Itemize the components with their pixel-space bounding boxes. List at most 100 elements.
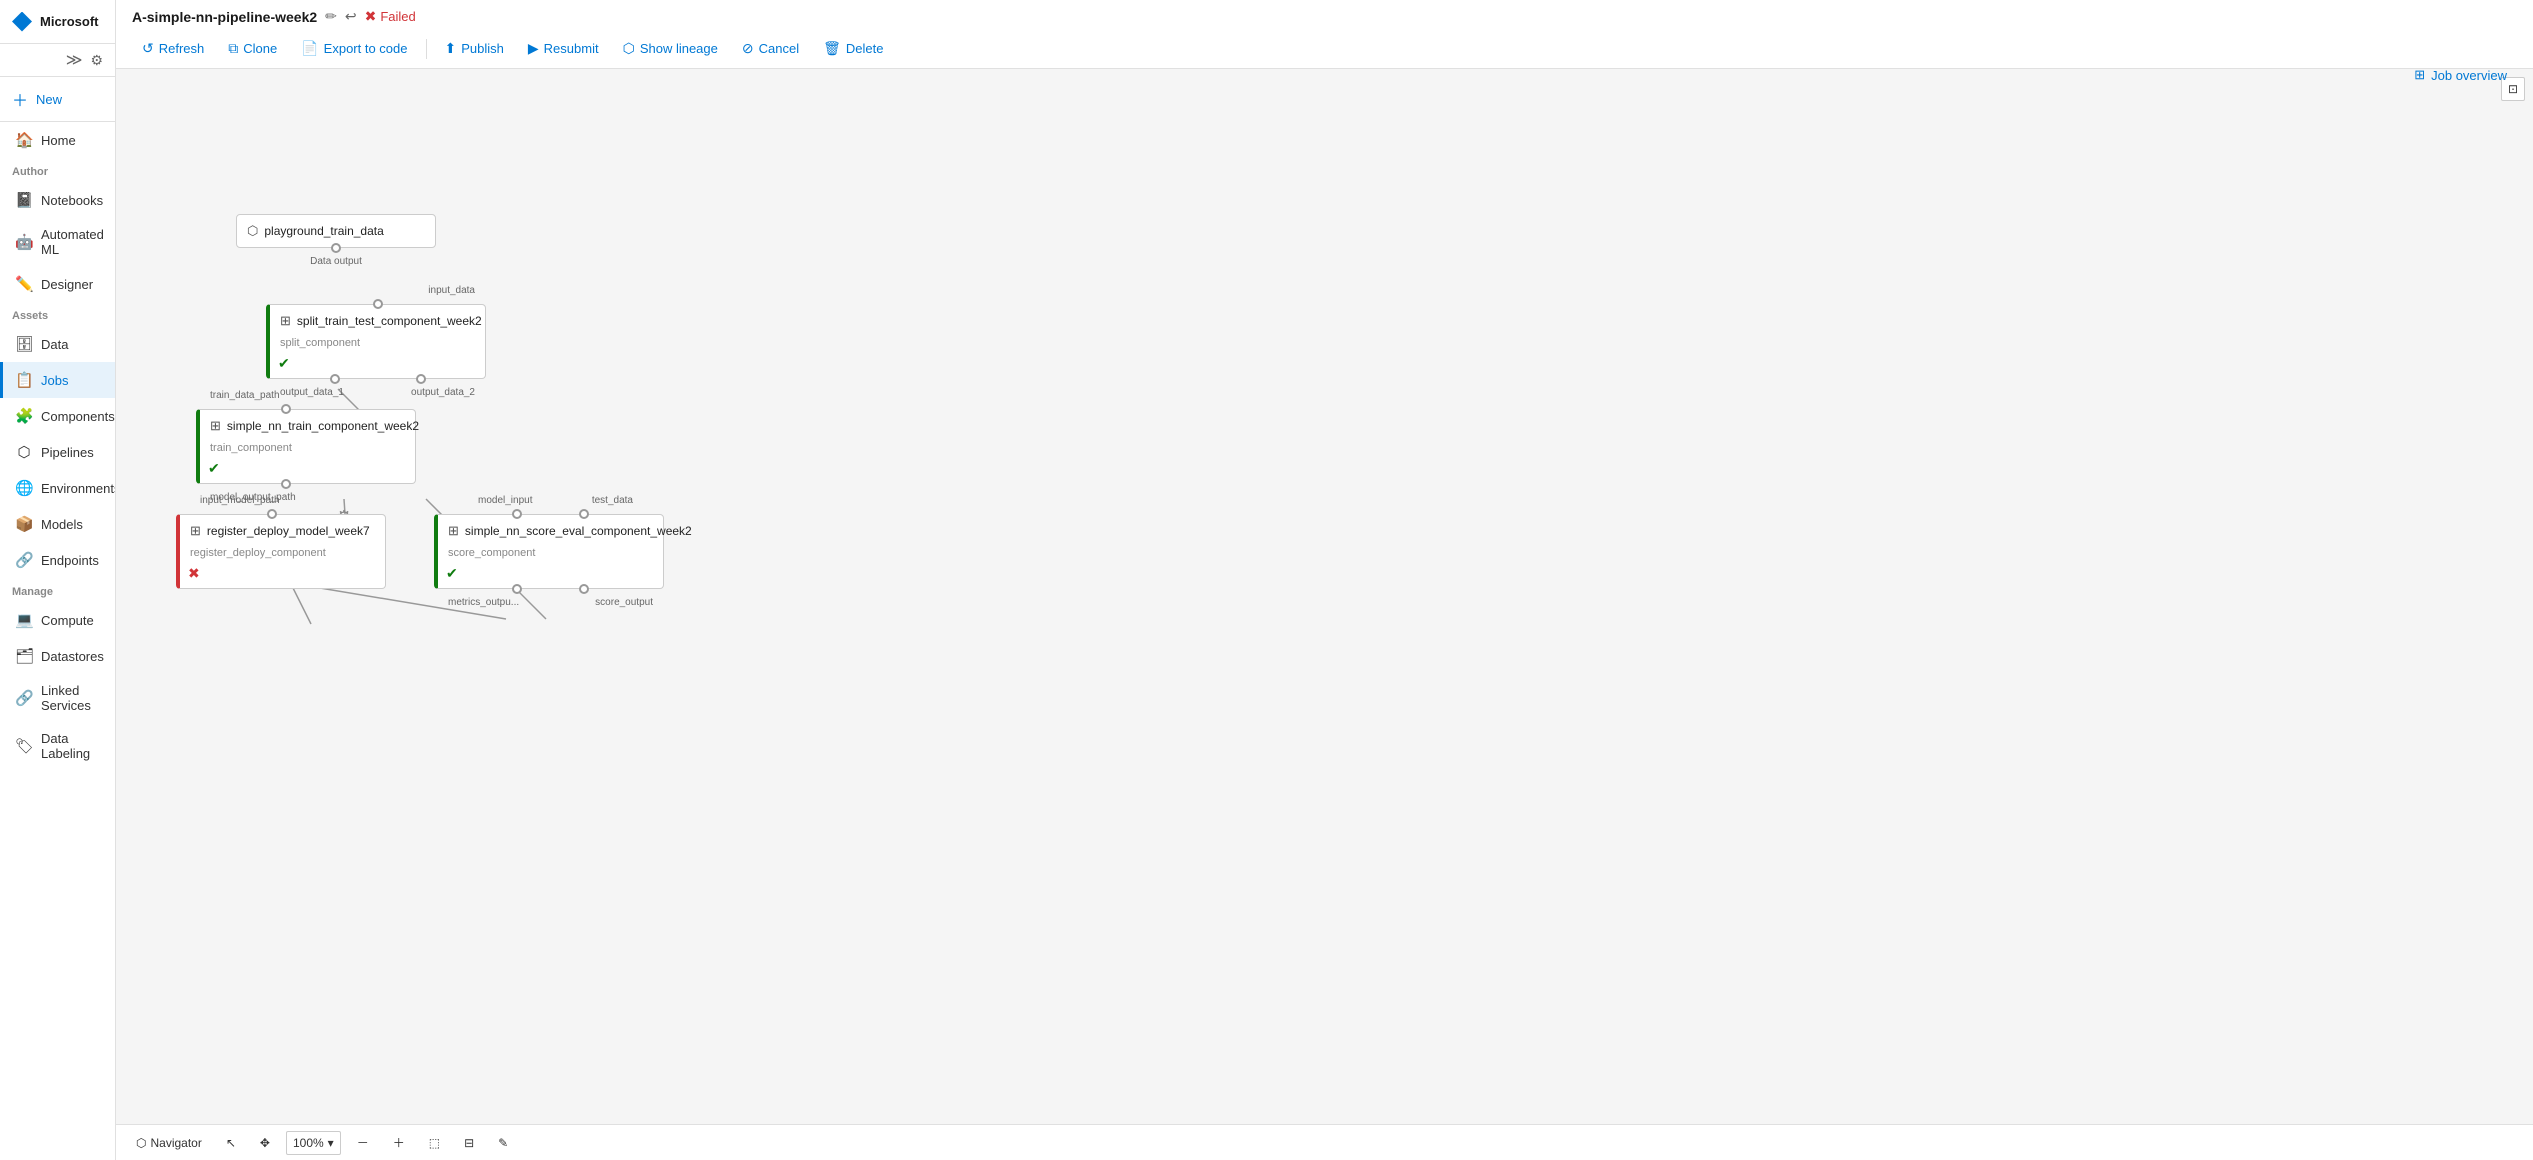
settings-icon-button[interactable]: ⚙ — [90, 50, 103, 70]
sidebar-item-models[interactable]: 📦 Models — [0, 506, 115, 542]
register-subtitle: register_deploy_component — [180, 547, 385, 565]
score-input-port-test[interactable] — [579, 509, 589, 519]
sidebar-item-data[interactable]: 🗄 Data — [0, 326, 115, 362]
score-input-port-model[interactable] — [512, 509, 522, 519]
score-model-input-label: model_input — [478, 495, 532, 506]
pipeline-canvas-area[interactable]: ⬡ playground_train_data Data output ⊞ sp… — [116, 69, 2533, 1124]
train-input-label: train_data_path — [210, 390, 280, 401]
zoom-in-button[interactable]: ＋ — [385, 1130, 413, 1155]
comment-button[interactable]: ✎ — [490, 1132, 516, 1154]
microsoft-logo-icon — [12, 12, 32, 32]
zoom-in-icon: ＋ — [393, 1134, 405, 1151]
jobs-label: Jobs — [41, 373, 68, 388]
drag-tool-button[interactable]: ✥ — [252, 1132, 278, 1154]
delete-icon: 🗑 — [823, 40, 841, 57]
job-overview-button[interactable]: ⊞ Job overview — [2404, 62, 2517, 88]
node-register[interactable]: ⊞ register_deploy_model_week7 register_d… — [176, 514, 386, 589]
edit-title-icon[interactable]: ✏ — [325, 8, 337, 25]
app-name: Microsoft — [40, 14, 99, 29]
job-overview-label: Job overview — [2431, 68, 2507, 83]
sidebar-item-home[interactable]: 🏠 Home — [0, 122, 115, 158]
cancel-button[interactable]: ⊘ Cancel — [732, 35, 809, 62]
pipeline-title-row: A-simple-nn-pipeline-week2 ✏ ↩ ✖ Failed — [132, 0, 2517, 29]
node-header-split: ⊞ split_train_test_component_week2 — [270, 305, 485, 337]
sidebar-item-automated-ml[interactable]: 🤖 Automated ML — [0, 218, 115, 266]
new-button[interactable]: ＋ New — [0, 77, 115, 122]
split-input-port[interactable] — [373, 299, 383, 309]
sidebar-item-data-labeling[interactable]: 🏷 Data Labeling — [0, 722, 115, 770]
split-output-port-2[interactable] — [416, 374, 426, 384]
split-output-label-2: output_data_2 — [411, 387, 475, 398]
linked-services-label: Linked Services — [41, 683, 103, 713]
linked-services-icon: 🔗 — [15, 689, 33, 707]
train-check-icon: ✔ — [208, 460, 220, 476]
compute-label: Compute — [41, 613, 94, 628]
resubmit-icon: ▶ — [528, 40, 539, 57]
collapse-sidebar-button[interactable]: ≫ — [66, 50, 83, 70]
register-component-icon: ⊞ — [190, 523, 201, 539]
score-subtitle: score_component — [438, 547, 663, 565]
zoom-dropdown-icon[interactable]: ▾ — [328, 1136, 334, 1150]
resubmit-label: Resubmit — [544, 41, 599, 56]
playground-output-port[interactable] — [331, 243, 341, 253]
publish-button[interactable]: ⬆ Publish — [435, 35, 514, 62]
export-icon: 📄 — [301, 40, 318, 57]
sidebar-item-linked-services[interactable]: 🔗 Linked Services — [0, 674, 115, 722]
train-input-port[interactable] — [281, 404, 291, 414]
new-label: New — [36, 92, 62, 107]
split-component-icon: ⊞ — [280, 313, 291, 329]
zoom-out-button[interactable]: － — [349, 1130, 377, 1155]
navigator-button[interactable]: ⬡ Navigator — [128, 1132, 210, 1154]
show-lineage-button[interactable]: ⬡ Show lineage — [613, 35, 728, 62]
pipeline-header: A-simple-nn-pipeline-week2 ✏ ↩ ✖ Failed … — [116, 0, 2533, 69]
endpoints-icon: 🔗 — [15, 551, 33, 569]
split-check-icon: ✔ — [278, 355, 290, 371]
sidebar-item-pipelines[interactable]: ⬡ Pipelines — [0, 434, 115, 470]
refresh-icon: ↺ — [142, 40, 154, 57]
split-output-label-1: output_data_1 — [280, 387, 344, 398]
models-label: Models — [41, 517, 83, 532]
fit-view-button[interactable]: ⬚ — [421, 1132, 448, 1154]
plus-icon: ＋ — [12, 87, 28, 111]
sidebar-item-components[interactable]: 🧩 Components — [0, 398, 115, 434]
sidebar-item-environments[interactable]: 🌐 Environments — [0, 470, 115, 506]
lineage-icon: ⬡ — [623, 40, 635, 57]
sidebar-item-notebooks[interactable]: 📓 Notebooks — [0, 182, 115, 218]
score-output-port-score[interactable] — [579, 584, 589, 594]
sidebar-item-designer[interactable]: ✏️ Designer — [0, 266, 115, 302]
delete-button[interactable]: 🗑 Delete — [813, 35, 893, 62]
sidebar-item-compute[interactable]: 💻 Compute — [0, 602, 115, 638]
zoom-out-icon: － — [357, 1134, 369, 1151]
share-icon[interactable]: ↩ — [345, 8, 357, 25]
home-label: Home — [41, 133, 76, 148]
sidebar-item-endpoints[interactable]: 🔗 Endpoints — [0, 542, 115, 578]
export-label: Export to code — [324, 41, 408, 56]
bottom-toolbar: ⬡ Navigator ↖ ✥ 100% ▾ － ＋ ⬚ ⊟ ✎ — [116, 1124, 2533, 1160]
sidebar-item-datastores[interactable]: 🗂 Datastores — [0, 638, 115, 674]
pipelines-label: Pipelines — [41, 445, 94, 460]
score-output-port-metrics[interactable] — [512, 584, 522, 594]
automated-ml-icon: 🤖 — [15, 233, 33, 251]
node-score[interactable]: ⊞ simple_nn_score_eval_component_week2 s… — [434, 514, 664, 589]
job-overview-icon: ⊞ — [2414, 67, 2425, 83]
register-error-icon: ✖ — [188, 565, 200, 581]
select-tool-button[interactable]: ↖ — [218, 1132, 244, 1154]
clone-button[interactable]: ⧉ Clone — [218, 35, 287, 62]
sidebar-toggle-area[interactable]: ≫ ⚙ — [0, 44, 115, 77]
score-title: simple_nn_score_eval_component_week2 — [465, 524, 692, 538]
status-text: Failed — [380, 9, 415, 24]
node-train[interactable]: ⊞ simple_nn_train_component_week2 train_… — [196, 409, 416, 484]
train-output-port[interactable] — [281, 479, 291, 489]
layout-button[interactable]: ⊟ — [456, 1132, 482, 1154]
node-split[interactable]: ⊞ split_train_test_component_week2 split… — [266, 304, 486, 379]
split-output-port-1[interactable] — [330, 374, 340, 384]
export-to-code-button[interactable]: 📄 Export to code — [291, 35, 417, 62]
resubmit-button[interactable]: ▶ Resubmit — [518, 35, 609, 62]
assets-section-label: Assets — [0, 302, 115, 326]
sidebar-item-jobs[interactable]: 📋 Jobs — [0, 362, 115, 398]
node-playground-train-data[interactable]: ⬡ playground_train_data Data output — [236, 214, 436, 248]
refresh-button[interactable]: ↺ Refresh — [132, 35, 214, 62]
data-label: Data — [41, 337, 68, 352]
environments-icon: 🌐 — [15, 479, 33, 497]
register-input-port[interactable] — [267, 509, 277, 519]
